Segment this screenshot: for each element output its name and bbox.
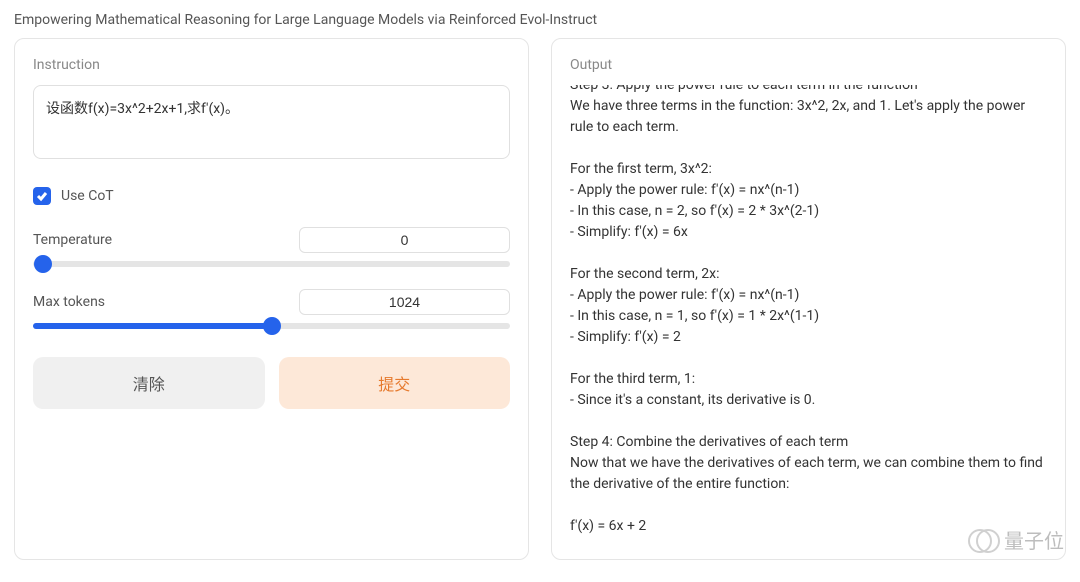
- temperature-slider-thumb[interactable]: [34, 255, 52, 273]
- max-tokens-slider[interactable]: [33, 323, 510, 329]
- page-title: Empowering Mathematical Reasoning for La…: [0, 0, 1080, 38]
- output-content[interactable]: Step 3: Apply the power rule to each ter…: [570, 85, 1047, 541]
- main-container: Instruction Use CoT Temperature Max toke…: [0, 38, 1080, 560]
- use-cot-checkbox[interactable]: [33, 187, 51, 205]
- button-row: 清除 提交: [33, 357, 510, 409]
- input-panel: Instruction Use CoT Temperature Max toke…: [14, 38, 529, 560]
- max-tokens-slider-fill: [33, 323, 272, 329]
- temperature-label: Temperature: [33, 232, 112, 248]
- clear-button[interactable]: 清除: [33, 357, 265, 409]
- max-tokens-slider-thumb[interactable]: [263, 317, 281, 335]
- temperature-slider[interactable]: [33, 261, 510, 267]
- output-label: Output: [570, 57, 1047, 73]
- temperature-group: Temperature: [33, 227, 510, 267]
- max-tokens-group: Max tokens: [33, 289, 510, 329]
- use-cot-row: Use CoT: [33, 187, 510, 205]
- output-panel: Output Step 3: Apply the power rule to e…: [551, 38, 1066, 560]
- use-cot-label: Use CoT: [61, 188, 114, 204]
- instruction-input[interactable]: [33, 85, 510, 159]
- instruction-label: Instruction: [33, 57, 510, 73]
- submit-button[interactable]: 提交: [279, 357, 511, 409]
- check-icon: [36, 190, 48, 202]
- max-tokens-label: Max tokens: [33, 294, 105, 310]
- max-tokens-value-input[interactable]: [299, 289, 510, 315]
- temperature-value-input[interactable]: [299, 227, 510, 253]
